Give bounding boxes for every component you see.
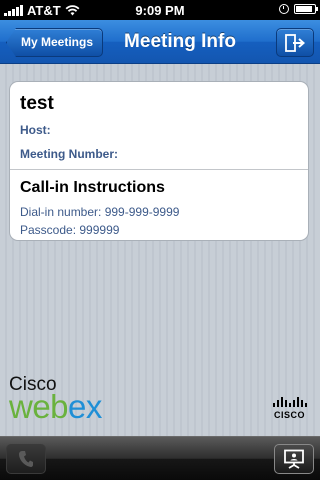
host-row: Host: xyxy=(20,123,51,137)
phone-button[interactable] xyxy=(6,444,46,474)
meeting-title: test xyxy=(20,93,54,114)
presenter-button[interactable] xyxy=(274,444,314,474)
cisco-webex-logo: Cisco webex xyxy=(9,374,149,426)
battery-icon xyxy=(294,4,318,14)
cisco-small-wordmark: CISCO xyxy=(274,410,306,420)
callin-heading: Call-in Instructions xyxy=(20,179,165,196)
meeting-info-card: test Host: Meeting Number: Call-in Instr… xyxy=(9,81,309,241)
bottom-toolbar xyxy=(0,436,320,480)
battery-fill xyxy=(296,6,312,12)
dialin-number[interactable]: Dial-in number: 999-999-9999 xyxy=(20,205,179,219)
status-time: 9:09 PM xyxy=(135,3,185,18)
back-button-my-meetings[interactable]: My Meetings xyxy=(6,28,104,57)
navigation-bar: My Meetings Meeting Info xyxy=(0,20,320,64)
host-label: Host: xyxy=(20,123,51,137)
leave-meeting-icon xyxy=(285,33,306,52)
cisco-bridge-icon xyxy=(273,397,307,407)
meeting-number-label: Meeting Number: xyxy=(20,147,119,161)
logo-webex-web: web xyxy=(9,388,69,425)
phone-icon xyxy=(19,451,33,467)
presenter-screen-icon xyxy=(284,449,304,469)
leave-meeting-button[interactable] xyxy=(276,28,314,57)
meeting-number-row: Meeting Number: xyxy=(20,147,118,161)
status-bar: AT&T 9:09 PM xyxy=(0,0,320,20)
page-title: Meeting Info xyxy=(124,31,236,52)
meeting-details-section: test Host: Meeting Number: xyxy=(10,82,308,170)
status-right xyxy=(279,4,318,14)
logo-webex-ex: ex xyxy=(68,388,102,425)
logo-webex-word: webex xyxy=(9,388,102,426)
passcode: Passcode: 999999 xyxy=(20,223,120,237)
alarm-clock-icon xyxy=(279,4,289,14)
